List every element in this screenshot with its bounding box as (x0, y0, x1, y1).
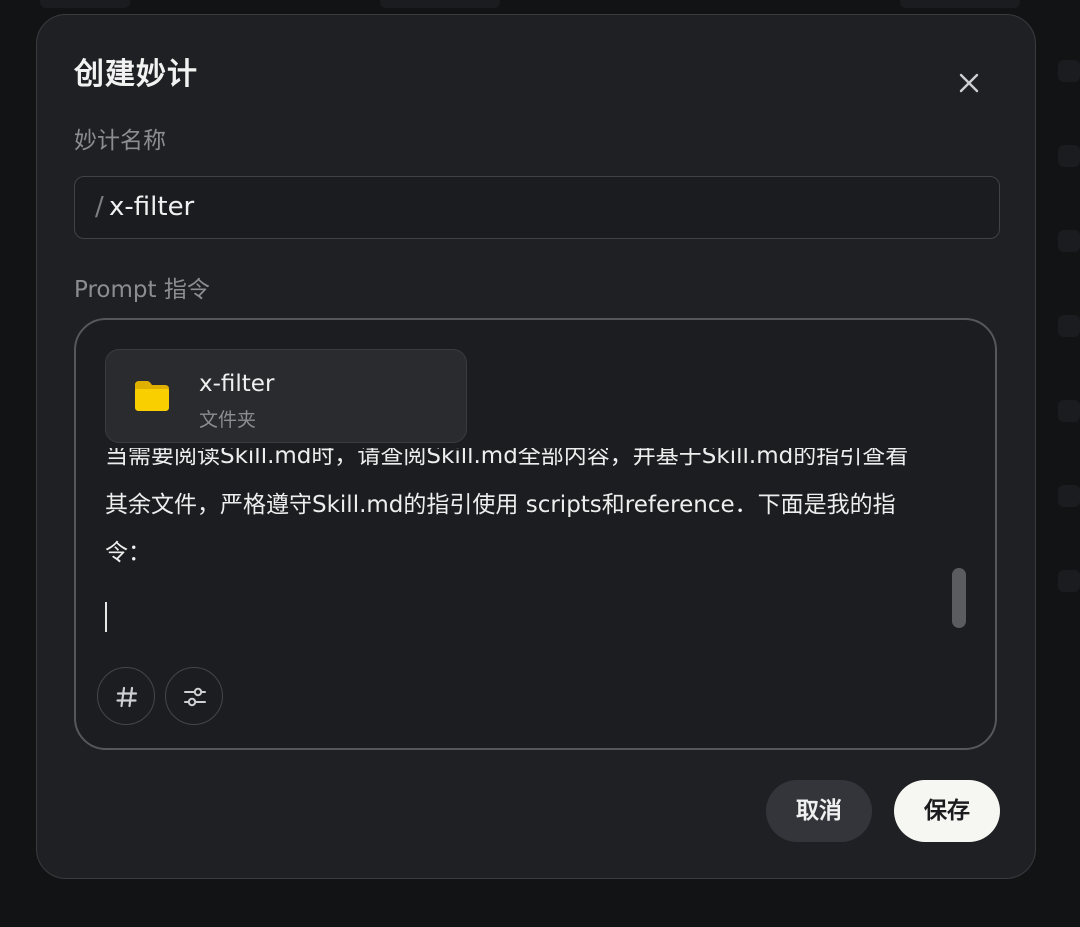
prompt-label: Prompt 指令 (74, 277, 210, 303)
prompt-line: 令： (105, 540, 151, 566)
prompt-line: 当需要阅读Skill.md时，请查阅Skill.md全部内容，并基于Skill.… (105, 448, 909, 469)
save-button[interactable]: 保存 (894, 780, 1000, 842)
background-item (40, 0, 130, 8)
attachment-name: x-filter (199, 371, 275, 397)
name-prefix: / (95, 192, 104, 222)
background-item (1058, 230, 1080, 252)
create-skill-dialog: 创建妙计 妙计名称 / x-filter Prompt 指令 x-filter … (36, 14, 1036, 879)
sliders-icon (184, 687, 206, 707)
scrollbar-thumb[interactable] (952, 568, 966, 628)
background-item (900, 0, 1020, 8)
skill-name-input[interactable]: / x-filter (74, 176, 1000, 239)
prompt-line: 其余文件，严格遵守Skill.md的指引使用 scripts和reference… (105, 492, 896, 518)
settings-button[interactable] (165, 667, 223, 725)
close-icon (959, 73, 979, 93)
cancel-button[interactable]: 取消 (766, 780, 872, 842)
hash-button[interactable] (97, 667, 155, 725)
background-item (1058, 400, 1080, 422)
background-item (1058, 145, 1080, 167)
name-value[interactable]: x-filter (109, 192, 194, 222)
background-item (380, 0, 500, 8)
attachment-type: 文件夹 (199, 409, 257, 431)
attachment-card[interactable]: x-filter 文件夹 (105, 349, 467, 443)
background-item (1058, 60, 1080, 82)
background-item (1058, 570, 1080, 592)
folder-icon (135, 381, 169, 411)
close-button[interactable] (953, 67, 985, 99)
dialog-title: 创建妙计 (74, 57, 198, 92)
background-item (1058, 315, 1080, 337)
background-item (1058, 485, 1080, 507)
prompt-editor[interactable]: x-filter 文件夹 当需要阅读Skill.md时，请查阅Skill.md全… (74, 318, 997, 750)
prompt-text[interactable]: 当需要阅读Skill.md时，请查阅Skill.md全部内容，并基于Skill.… (105, 448, 955, 638)
hash-icon (116, 686, 138, 708)
text-cursor (105, 602, 107, 632)
name-label: 妙计名称 (74, 128, 166, 154)
